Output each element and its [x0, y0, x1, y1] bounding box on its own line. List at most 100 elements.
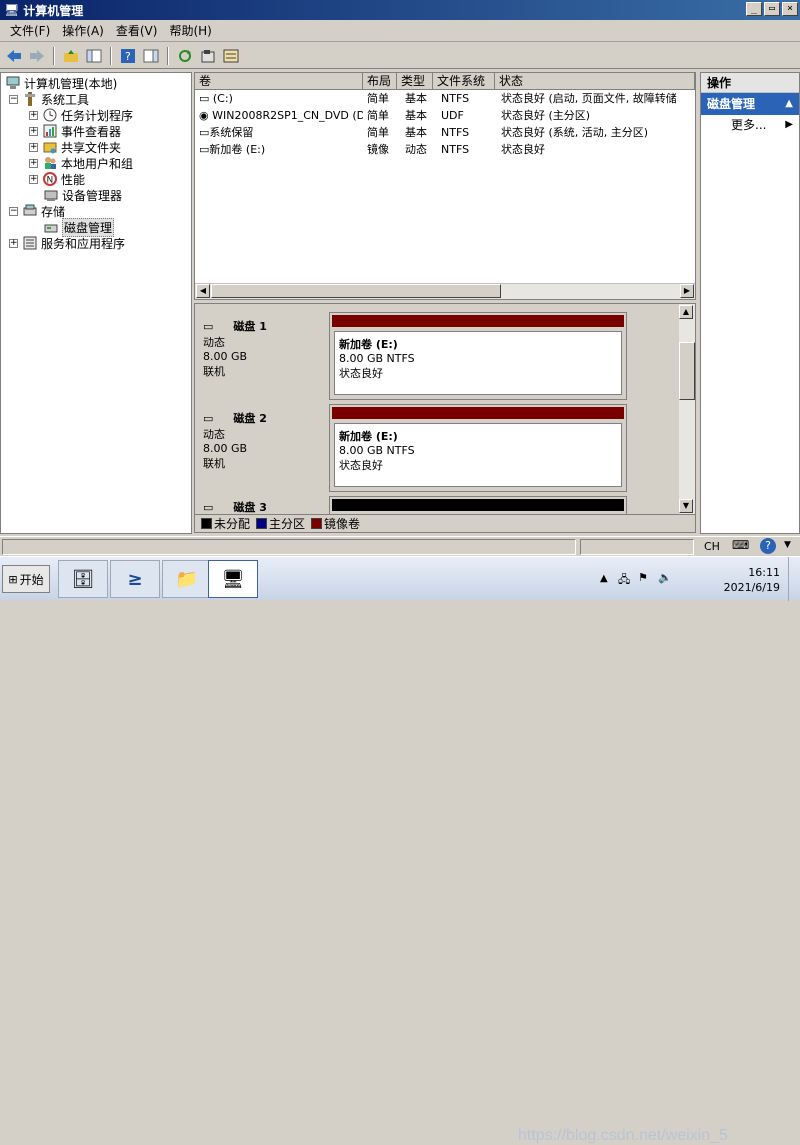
- volume-block[interactable]: 新加卷 (E:) 8.00 GB NTFS 状态良好: [329, 312, 627, 400]
- cell-type: 基本: [405, 126, 427, 139]
- expand-icon[interactable]: +: [29, 126, 38, 136]
- speaker-icon[interactable]: 🔈: [658, 571, 672, 584]
- expand-icon[interactable]: +: [29, 174, 38, 184]
- forward-icon[interactable]: [27, 46, 47, 66]
- table-row[interactable]: ▭系统保留 简单 基本 NTFS 状态良好 (系统, 活动, 主分区): [195, 124, 695, 141]
- vertical-scrollbar[interactable]: ▲ ▼: [679, 304, 695, 514]
- scroll-thumb[interactable]: [211, 284, 501, 298]
- tree-label: 服务和应用程序: [41, 236, 126, 251]
- table-row[interactable]: ▭ (C:) 简单 基本 NTFS 状态良好 (启动, 页面文件, 故障转储: [195, 90, 695, 107]
- computer-icon: [5, 75, 21, 91]
- col-header-layout[interactable]: 布局: [363, 73, 397, 90]
- tree-item-device-manager[interactable]: 设备管理器: [43, 187, 122, 203]
- table-row[interactable]: ▭新加卷 (E:) 镜像 动态 NTFS 状态良好: [195, 141, 695, 158]
- device-manager-icon: [43, 187, 59, 203]
- expand-icon[interactable]: +: [29, 110, 38, 120]
- col-header-status[interactable]: 状态: [495, 73, 695, 90]
- tree-item-system-tools[interactable]: − 系统工具: [9, 91, 89, 107]
- status-bar: [0, 536, 800, 556]
- disk-info[interactable]: ▭ 磁盘 1 动态 8.00 GB 联机: [197, 312, 325, 400]
- cell-status: 状态良好 (系统, 活动, 主分区): [501, 126, 649, 139]
- volume-block[interactable]: [329, 496, 627, 516]
- volume-body[interactable]: 新加卷 (E:) 8.00 GB NTFS 状态良好: [334, 423, 622, 487]
- tree-item-disk-management[interactable]: 磁盘管理: [43, 217, 115, 237]
- toolbar-separator: [53, 46, 55, 65]
- actions-section-disk-management[interactable]: 磁盘管理 ▲: [701, 93, 799, 115]
- disk-info[interactable]: ▭ 磁盘 3: [197, 496, 325, 516]
- tree-item-storage[interactable]: − 存储: [9, 203, 65, 219]
- disk-settings-icon[interactable]: [221, 46, 241, 66]
- menu-view[interactable]: 查看(V): [110, 22, 164, 39]
- up-folder-icon[interactable]: [61, 46, 81, 66]
- tree-item-shared-folders[interactable]: + 共享文件夹: [29, 139, 121, 155]
- help-icon[interactable]: ?: [118, 46, 138, 66]
- language-indicator[interactable]: CH: [704, 540, 720, 553]
- tree-item-computer-management[interactable]: 计算机管理(本地): [5, 75, 117, 91]
- tree-item-task-scheduler[interactable]: + 任务计划程序: [29, 107, 133, 123]
- disk-row[interactable]: ▭ 磁盘 3: [197, 496, 677, 516]
- expand-icon[interactable]: +: [29, 142, 38, 152]
- tree-item-event-viewer[interactable]: + 事件查看器: [29, 123, 121, 139]
- expand-icon[interactable]: +: [9, 238, 18, 248]
- taskbar-server-manager[interactable]: 🗄: [58, 560, 108, 598]
- collapse-icon[interactable]: −: [9, 94, 18, 104]
- properties-icon[interactable]: [198, 46, 218, 66]
- tree-item-performance[interactable]: + N 性能: [29, 171, 85, 187]
- taskbar-computer-management[interactable]: 🖥: [208, 560, 258, 598]
- show-hidden-icons-icon[interactable]: ▲: [600, 573, 608, 584]
- show-hide-action-pane-icon[interactable]: [141, 46, 161, 66]
- scroll-down-icon[interactable]: ▼: [679, 499, 693, 513]
- volume-name: 新加卷 (E:): [339, 338, 398, 351]
- refresh-icon[interactable]: [175, 46, 195, 66]
- more-actions-link[interactable]: 更多... ▶: [701, 115, 799, 135]
- minimize-button[interactable]: _: [746, 2, 762, 16]
- start-button[interactable]: ⊞ 开始: [2, 565, 50, 593]
- collapse-arrow-icon[interactable]: ▲: [785, 93, 793, 115]
- cell-volume: WIN2008R2SP1_CN_DVD (D:): [212, 109, 363, 122]
- disk-info[interactable]: ▭ 磁盘 2 动态 8.00 GB 联机: [197, 404, 325, 492]
- expand-icon[interactable]: +: [29, 158, 38, 168]
- scroll-up-icon[interactable]: ▲: [679, 305, 693, 319]
- clock-icon: [42, 107, 58, 123]
- taskbar-explorer[interactable]: 📁: [162, 560, 212, 598]
- close-button[interactable]: ×: [782, 2, 798, 16]
- table-row[interactable]: ◉ WIN2008R2SP1_CN_DVD (D:) 简单 基本 UDF 状态良…: [195, 107, 695, 124]
- cell-status: 状态良好 (启动, 页面文件, 故障转储: [501, 92, 677, 105]
- back-icon[interactable]: [4, 46, 24, 66]
- toolbar: ?: [0, 43, 800, 69]
- show-desktop-button[interactable]: [788, 557, 800, 601]
- legend-swatch: [201, 518, 212, 529]
- cell-layout: 简单: [367, 126, 389, 139]
- scroll-right-icon[interactable]: ▶: [680, 284, 694, 298]
- disk-size: 8.00 GB: [203, 350, 248, 363]
- menu-file[interactable]: 文件(F): [4, 22, 56, 39]
- scroll-left-icon[interactable]: ◀: [196, 284, 210, 298]
- help-circle-icon[interactable]: ?: [760, 538, 776, 554]
- show-hide-tree-icon[interactable]: [84, 46, 104, 66]
- flag-icon[interactable]: ⚑: [638, 571, 648, 584]
- col-header-filesystem[interactable]: 文件系统: [433, 73, 495, 90]
- col-header-type[interactable]: 类型: [397, 73, 433, 90]
- disk-row[interactable]: ▭ 磁盘 2 动态 8.00 GB 联机 新加卷 (E:) 8.00 GB NTF…: [197, 404, 677, 494]
- taskbar-powershell[interactable]: ≥: [110, 560, 160, 598]
- scroll-thumb[interactable]: [679, 342, 695, 400]
- col-header-volume[interactable]: 卷: [195, 73, 363, 90]
- tree-item-services-apps[interactable]: + 服务和应用程序: [9, 235, 125, 251]
- disk-row[interactable]: ▭ 磁盘 1 动态 8.00 GB 联机 新加卷 (E:) 8.00 GB NTF…: [197, 312, 677, 402]
- menu-help[interactable]: 帮助(H): [163, 22, 217, 39]
- horizontal-scrollbar[interactable]: ◀ ▶: [195, 283, 695, 299]
- collapse-icon[interactable]: −: [9, 206, 18, 216]
- network-icon[interactable]: 🖧: [618, 571, 630, 590]
- dropdown-arrow-icon[interactable]: ▼: [784, 540, 791, 550]
- clock-date: 2021/6/19: [723, 581, 780, 594]
- clock[interactable]: 16:11 2021/6/19: [724, 565, 780, 595]
- disk-kind: 动态: [203, 336, 225, 349]
- tree-item-local-users[interactable]: + 本地用户和组: [29, 155, 133, 171]
- disk-state: 联机: [203, 457, 225, 470]
- restore-button[interactable]: ▭: [764, 2, 780, 16]
- keyboard-icon[interactable]: ⌨: [732, 538, 749, 552]
- volume-block[interactable]: 新加卷 (E:) 8.00 GB NTFS 状态良好: [329, 404, 627, 492]
- actions-pane: 操作 磁盘管理 ▲ 更多... ▶: [700, 72, 800, 534]
- volume-body[interactable]: 新加卷 (E:) 8.00 GB NTFS 状态良好: [334, 331, 622, 395]
- menu-action[interactable]: 操作(A): [56, 22, 110, 39]
